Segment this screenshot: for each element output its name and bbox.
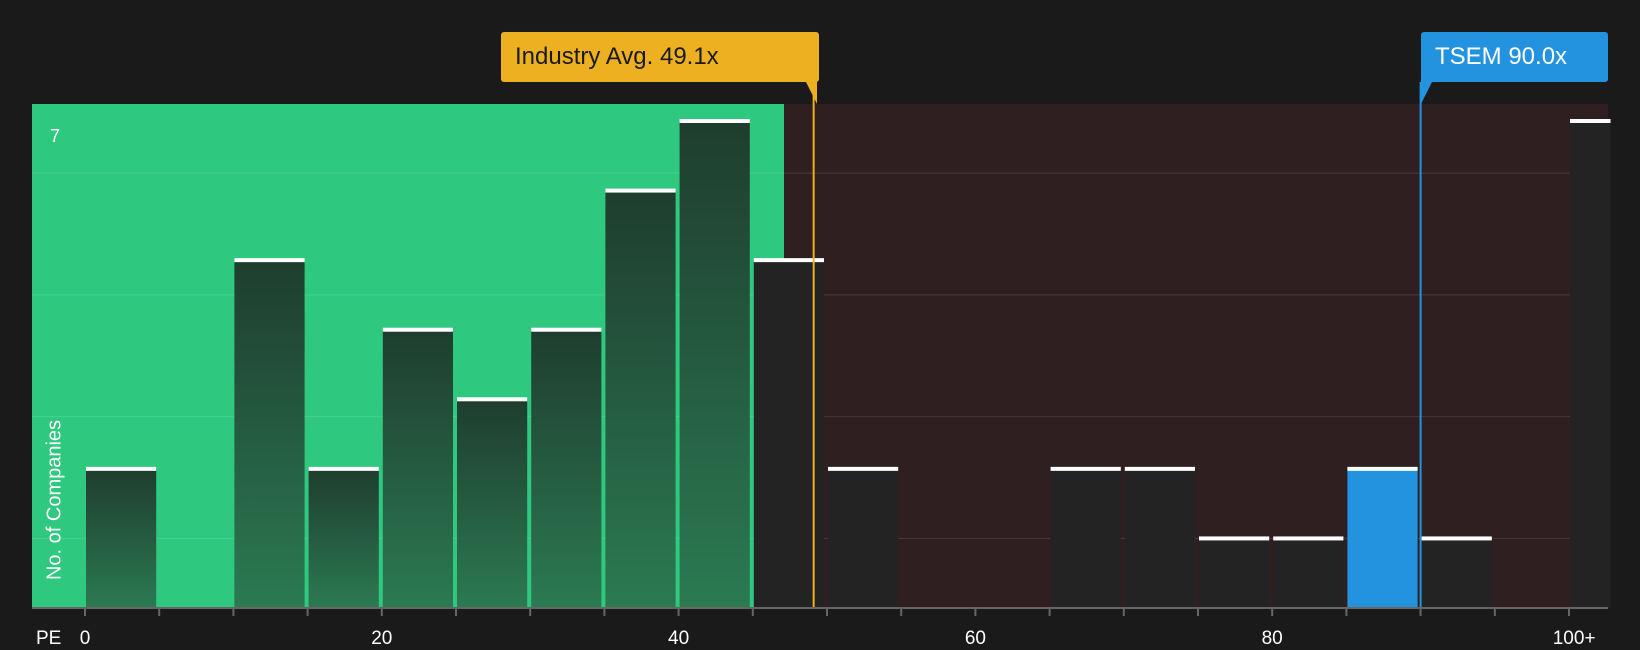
- histogram-bar: [308, 468, 379, 608]
- histogram-bar: [531, 329, 602, 608]
- company-pe-label: TSEM 90.0x: [1435, 43, 1568, 70]
- pe-distribution-chart: [32, 82, 1611, 616]
- histogram-bar: [234, 260, 305, 608]
- bar-top-cap: [457, 397, 528, 402]
- bar-top-cap: [308, 466, 379, 471]
- histogram-bar: [1124, 468, 1195, 608]
- bar-top-cap: [605, 188, 676, 193]
- x-axis-title: PE: [36, 628, 62, 649]
- x-tick-label: 80: [1261, 628, 1283, 649]
- histogram-bar: [828, 468, 899, 608]
- histogram-bar: [1421, 538, 1492, 608]
- x-tick-label: 0: [79, 628, 91, 649]
- histogram-bar: [457, 399, 528, 608]
- bar-top-cap: [531, 327, 602, 332]
- x-tick-label: 40: [668, 628, 690, 649]
- histogram-bar: [605, 190, 676, 609]
- industry-callout-pointer: [805, 80, 817, 104]
- overvalued-zone: [784, 104, 1608, 608]
- histogram-bar: [1570, 121, 1611, 608]
- bar-top-cap: [1273, 536, 1344, 541]
- histogram-bar: [1273, 538, 1344, 608]
- histogram-bar: [1347, 468, 1418, 608]
- histogram-bar: [86, 468, 157, 608]
- bar-top-cap: [382, 327, 453, 332]
- y-axis-title: No. of Companies: [43, 419, 66, 581]
- bar-top-cap: [1050, 466, 1121, 471]
- x-tick-label: 100+: [1552, 628, 1596, 649]
- histogram-bar: [1199, 538, 1270, 608]
- bar-top-cap: [679, 119, 750, 123]
- industry-average-callout: Industry Avg. 49.1x: [501, 32, 819, 82]
- company-pe-callout: TSEM 90.0x: [1421, 32, 1608, 82]
- bar-top-cap: [1421, 536, 1492, 541]
- bar-top-cap: [86, 466, 157, 471]
- bar-top-cap: [1124, 466, 1195, 471]
- company-callout-pointer: [1421, 80, 1433, 104]
- bar-top-cap: [234, 258, 305, 263]
- x-tick-label: 20: [371, 628, 393, 649]
- bar-top-cap: [1347, 466, 1418, 471]
- histogram-bar: [679, 121, 750, 608]
- histogram-bar: [382, 329, 453, 608]
- industry-average-label: Industry Avg. 49.1x: [515, 43, 719, 70]
- bar-top-cap: [828, 466, 899, 471]
- x-tick-label: 60: [964, 628, 986, 649]
- histogram-bar: [1050, 468, 1121, 608]
- bar-top-cap: [1570, 119, 1611, 123]
- bar-top-cap: [1199, 536, 1270, 541]
- y-axis-max-label: 7: [50, 126, 61, 146]
